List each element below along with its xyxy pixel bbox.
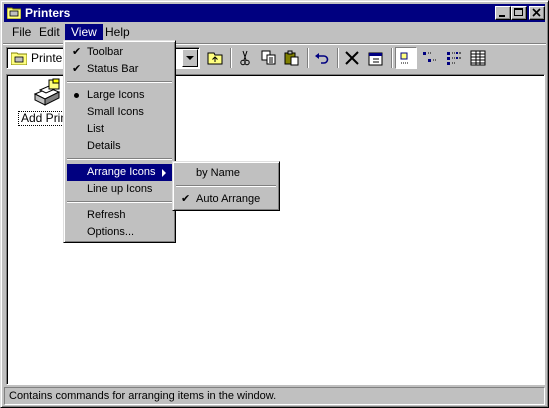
up-one-level-button[interactable]: [204, 47, 226, 69]
maximize-button[interactable]: [511, 6, 527, 20]
toolbar-separator: [230, 48, 232, 68]
properties-icon: [368, 52, 383, 66]
large-icons-view-button[interactable]: [395, 47, 417, 69]
arrange-auto-arrange[interactable]: ✔ Auto Arrange: [176, 191, 276, 208]
undo-icon: [315, 53, 329, 64]
small-icons-icon: [423, 52, 437, 62]
menu-view[interactable]: View: [65, 24, 103, 41]
menu-edit[interactable]: Edit: [33, 24, 66, 41]
paste-icon: [284, 50, 299, 66]
menu-help[interactable]: Help: [99, 24, 136, 41]
properties-button[interactable]: [365, 47, 387, 69]
copy-icon: [261, 50, 276, 65]
submenu-arrow-icon: [162, 169, 166, 177]
small-icons-view-button[interactable]: [419, 47, 441, 69]
menu-separator: [67, 158, 172, 160]
view-menu-details[interactable]: Details: [67, 138, 172, 155]
chevron-down-icon: [186, 56, 194, 60]
printers-folder-icon: [11, 52, 27, 65]
list-view-button[interactable]: [443, 47, 465, 69]
details-view-button[interactable]: [467, 47, 489, 69]
close-icon: [532, 8, 541, 17]
paste-button[interactable]: [281, 47, 303, 69]
radio-dot-icon: [74, 93, 79, 98]
view-menu: ✔ Toolbar ✔ Status Bar Large Icons Small…: [63, 40, 176, 243]
copy-button[interactable]: [258, 47, 280, 69]
title-bar[interactable]: Printers: [4, 4, 545, 22]
toolbar-separator: [391, 48, 393, 68]
address-dropdown-button[interactable]: [182, 49, 198, 67]
view-menu-line-up-icons[interactable]: Line up Icons: [67, 181, 172, 198]
view-menu-arrange-icons[interactable]: Arrange Icons: [67, 164, 172, 181]
menu-separator: [67, 201, 172, 203]
view-menu-toolbar[interactable]: ✔ Toolbar: [67, 44, 172, 61]
view-menu-status-bar[interactable]: ✔ Status Bar: [67, 61, 172, 78]
up-folder-icon: [207, 52, 223, 65]
minimize-button[interactable]: [495, 6, 511, 20]
delete-icon: [345, 51, 359, 65]
minimize-icon: [499, 15, 505, 17]
list-icon: [447, 52, 461, 65]
delete-button[interactable]: [341, 47, 363, 69]
menu-separator: [176, 185, 276, 187]
add-printer-icon[interactable]: [29, 78, 61, 110]
checkmark-icon: ✔: [181, 193, 191, 205]
status-bar: Contains commands for arranging items in…: [4, 387, 545, 405]
view-menu-large-icons[interactable]: Large Icons: [67, 87, 172, 104]
cut-button[interactable]: [234, 47, 256, 69]
maximize-icon: [514, 8, 523, 16]
undo-button[interactable]: [311, 47, 333, 69]
checkmark-icon: ✔: [72, 46, 82, 58]
toolbar-separator: [337, 48, 339, 68]
large-icons-icon: [400, 52, 408, 64]
view-menu-small-icons[interactable]: Small Icons: [67, 104, 172, 121]
arrange-by-name[interactable]: by Name: [176, 165, 276, 182]
view-menu-refresh[interactable]: Refresh: [67, 207, 172, 224]
menu-separator: [67, 81, 172, 83]
close-button[interactable]: [529, 6, 545, 20]
toolbar-separator: [307, 48, 309, 68]
details-icon: [470, 50, 486, 66]
scissors-icon: [240, 50, 250, 66]
view-menu-list[interactable]: List: [67, 121, 172, 138]
window-title: Printers: [25, 6, 71, 20]
printers-folder-icon: [7, 7, 21, 19]
arrange-icons-submenu: by Name ✔ Auto Arrange: [172, 161, 280, 211]
view-menu-options[interactable]: Options...: [67, 224, 172, 241]
status-text: Contains commands for arranging items in…: [9, 390, 277, 402]
checkmark-icon: ✔: [72, 63, 82, 75]
